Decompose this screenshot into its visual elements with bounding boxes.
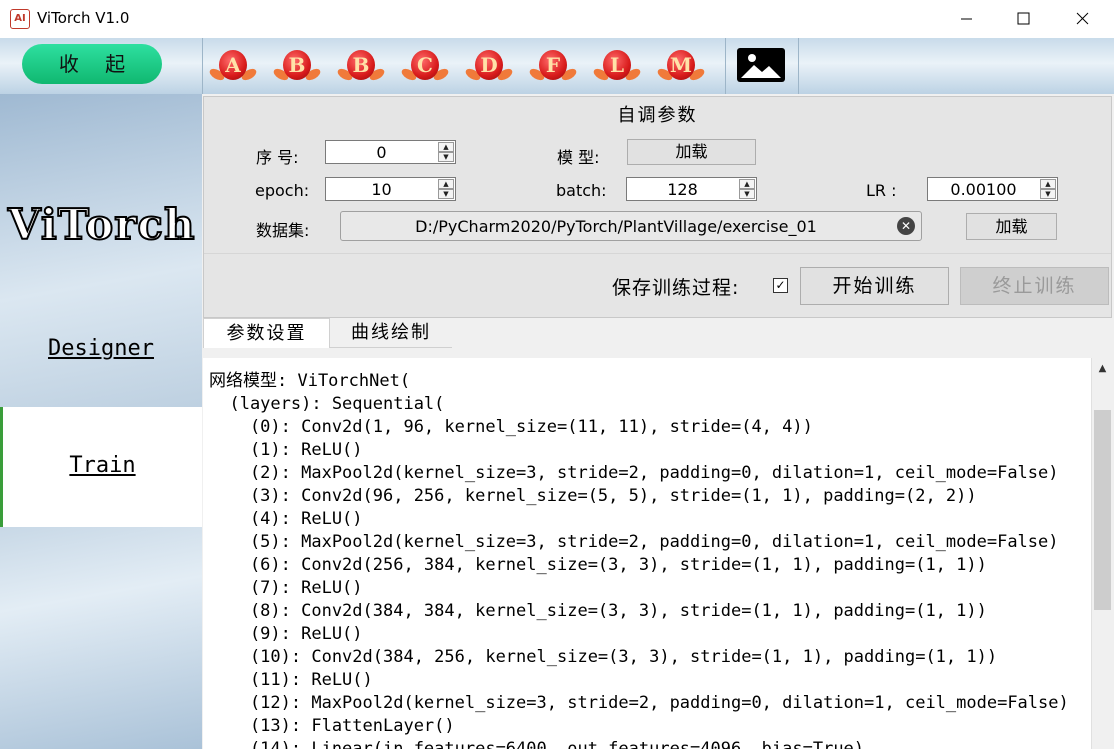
dataset-path-field[interactable]: D:/PyCharm2020/PyTorch/PlantVillage/exer…	[340, 211, 922, 241]
title-bar: AI ViTorch V1.0	[0, 0, 1114, 38]
close-button[interactable]	[1056, 0, 1110, 38]
divider	[204, 253, 1111, 254]
letter-m-icon[interactable]: M	[655, 44, 707, 88]
clear-icon[interactable]: ✕	[897, 217, 915, 235]
letter-d-icon[interactable]: D	[463, 44, 515, 88]
letter-f-icon[interactable]: F	[527, 44, 579, 88]
sidebar-item-designer[interactable]: Designer	[0, 312, 202, 386]
letter-glyph: F	[539, 50, 567, 80]
letter-glyph: L	[603, 50, 631, 80]
sidebar: ViTorch Designer Train	[0, 94, 202, 749]
letter-glyph: A	[219, 50, 247, 80]
letter-glyph: D	[475, 50, 503, 80]
letter-glyph: B	[347, 50, 375, 80]
epoch-value: 10	[371, 180, 392, 199]
maximize-button[interactable]	[996, 0, 1050, 38]
sidebar-item-label: Designer	[48, 336, 154, 361]
maximize-icon	[1017, 12, 1030, 25]
letter-glyph: B	[283, 50, 311, 80]
parameter-panel: 自调参数 序 号: 0 ▲ ▼ 模 型: 加载 epoch: 10 ▲ ▼ batc…	[203, 96, 1112, 318]
lr-spinbox[interactable]: 0.00100 ▲ ▼	[927, 177, 1058, 201]
epoch-label: epoch:	[255, 181, 310, 200]
spin-down-icon[interactable]: ▼	[438, 189, 454, 199]
stop-training-button[interactable]: 终止训练	[960, 267, 1109, 305]
letter-toolbar: ABBCDFLM	[202, 38, 726, 94]
image-button[interactable]	[724, 38, 799, 94]
spin-up-icon[interactable]: ▲	[1040, 179, 1056, 189]
model-load-button[interactable]: 加载	[627, 139, 756, 165]
model-label: 模 型:	[557, 148, 600, 167]
save-process-label: 保存训练过程:	[612, 277, 740, 299]
letter-l-icon[interactable]: L	[591, 44, 643, 88]
letter-b-icon[interactable]: B	[335, 44, 387, 88]
spin-up-icon[interactable]: ▲	[438, 142, 454, 152]
dataset-path-value: D:/PyCharm2020/PyTorch/PlantVillage/exer…	[415, 217, 817, 236]
batch-label: batch:	[556, 181, 607, 200]
sidebar-item-label: Train	[69, 453, 136, 478]
letter-c-icon[interactable]: C	[399, 44, 451, 88]
lr-label: LR :	[866, 181, 897, 200]
dataset-label: 数据集:	[256, 221, 310, 240]
model-structure-text: 网络模型: ViTorchNet( (layers): Sequential( …	[209, 371, 1069, 749]
sidebar-item-train[interactable]: Train	[0, 407, 202, 527]
window-title: ViTorch V1.0	[37, 9, 130, 27]
epoch-spinbox[interactable]: 10 ▲ ▼	[325, 177, 456, 201]
tab-bar: 参数设置 曲线绘制	[203, 318, 1112, 358]
letter-glyph: M	[667, 50, 695, 80]
toolbar: 收 起 ABBCDFLM	[0, 38, 1114, 94]
scroll-up-icon[interactable]: ▲	[1092, 358, 1113, 379]
minimize-button[interactable]	[940, 0, 994, 38]
spin-arrows[interactable]: ▲ ▼	[739, 179, 755, 199]
image-icon	[737, 48, 785, 82]
index-label: 序 号:	[256, 148, 299, 167]
spin-down-icon[interactable]: ▼	[739, 189, 755, 199]
index-spinbox[interactable]: 0 ▲ ▼	[325, 140, 456, 164]
spin-up-icon[interactable]: ▲	[438, 179, 454, 189]
lr-value: 0.00100	[950, 180, 1017, 199]
panel-title: 自调参数	[617, 105, 698, 126]
vertical-scrollbar[interactable]: ▲	[1091, 358, 1113, 749]
spin-arrows[interactable]: ▲ ▼	[1040, 179, 1056, 199]
batch-value: 128	[667, 180, 698, 199]
scroll-thumb[interactable]	[1094, 410, 1111, 610]
spin-down-icon[interactable]: ▼	[438, 152, 454, 162]
spin-arrows[interactable]: ▲ ▼	[438, 179, 454, 199]
brand-logo: ViTorch	[7, 199, 196, 250]
collapse-button[interactable]: 收 起	[22, 44, 162, 84]
close-icon	[1076, 12, 1089, 25]
tab-curve-plotting[interactable]: 曲线绘制	[330, 318, 452, 348]
batch-spinbox[interactable]: 128 ▲ ▼	[626, 177, 757, 201]
spin-down-icon[interactable]: ▼	[1040, 189, 1056, 199]
model-output-textarea[interactable]: 网络模型: ViTorchNet( (layers): Sequential( …	[203, 358, 1091, 749]
dataset-load-button[interactable]: 加载	[966, 213, 1057, 240]
start-training-button[interactable]: 开始训练	[800, 267, 949, 305]
index-value: 0	[376, 143, 387, 162]
save-process-checkbox[interactable]: ✓	[773, 278, 788, 293]
minimize-icon	[961, 18, 972, 20]
letter-a-icon[interactable]: A	[207, 44, 259, 88]
spin-up-icon[interactable]: ▲	[739, 179, 755, 189]
tab-parameter-settings[interactable]: 参数设置	[203, 318, 330, 348]
spin-arrows[interactable]: ▲ ▼	[438, 142, 454, 162]
letter-glyph: C	[411, 50, 439, 80]
app-icon: AI	[10, 9, 30, 29]
letter-b-icon[interactable]: B	[271, 44, 323, 88]
